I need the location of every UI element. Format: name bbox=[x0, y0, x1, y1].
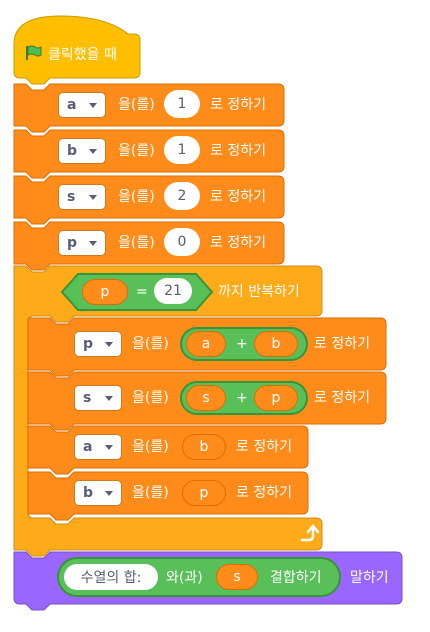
say-block[interactable]: 수열의 합: 와(과) s 결합하기 말하기 bbox=[14, 552, 402, 604]
set-suffix-label: 로 정하기 bbox=[236, 485, 292, 501]
set-suffix-label: 로 정하기 bbox=[314, 336, 370, 352]
particle-label: 을(를) bbox=[118, 97, 155, 113]
chevron-down-icon bbox=[105, 341, 113, 347]
inner-set-block-3[interactable]: a 을(를) b 로 정하기 bbox=[28, 426, 308, 468]
particle-label: 을(를) bbox=[118, 189, 155, 205]
inner-set-block-2[interactable]: s 을(를) s + p 로 정하기 bbox=[28, 372, 386, 424]
set-block-4[interactable]: p 을(를) 0 로 정하기 bbox=[14, 222, 284, 264]
value-input[interactable]: 1 bbox=[164, 90, 200, 118]
reporter-left[interactable]: a bbox=[186, 331, 226, 357]
particle-label: 을(를) bbox=[118, 143, 155, 159]
var-dropdown[interactable]: a bbox=[58, 92, 106, 118]
set-block-1[interactable]: a 을(를) 1 로 정하기 bbox=[14, 84, 284, 126]
reporter-right[interactable]: p bbox=[254, 385, 298, 411]
reporter-left[interactable]: s bbox=[186, 385, 226, 411]
chevron-down-icon bbox=[89, 102, 97, 108]
set-suffix-label: 로 정하기 bbox=[236, 439, 292, 455]
set-suffix-label: 로 정하기 bbox=[210, 235, 266, 251]
chevron-down-icon bbox=[105, 444, 113, 450]
var-dropdown[interactable]: s bbox=[74, 385, 122, 411]
hat-label: 클릭했을 때 bbox=[48, 47, 117, 63]
say-label: 말하기 bbox=[350, 570, 389, 586]
repeat-label: 까지 반복하기 bbox=[218, 284, 300, 300]
hat-block[interactable]: 클릭했을 때 bbox=[14, 16, 140, 78]
inner-set-block-1[interactable]: p 을(를) a + b 로 정하기 bbox=[28, 318, 386, 370]
plus-label: + bbox=[236, 336, 248, 352]
chevron-down-icon bbox=[89, 240, 97, 246]
set-suffix-label: 로 정하기 bbox=[210, 97, 266, 113]
set-block-2[interactable]: b 을(를) 1 로 정하기 bbox=[14, 130, 284, 172]
set-suffix-label: 로 정하기 bbox=[210, 189, 266, 205]
var-dropdown[interactable]: b bbox=[58, 138, 106, 164]
set-block-3[interactable]: s 을(를) 2 로 정하기 bbox=[14, 176, 284, 218]
equals-operator: = bbox=[136, 284, 148, 300]
value-input[interactable]: 0 bbox=[164, 228, 200, 256]
cond-left-reporter[interactable]: p bbox=[82, 279, 128, 305]
inner-set-block-4[interactable]: b 을(를) p 로 정하기 bbox=[28, 472, 308, 514]
chevron-down-icon bbox=[89, 194, 97, 200]
value-reporter[interactable]: p bbox=[182, 480, 226, 506]
chevron-down-icon bbox=[105, 395, 113, 401]
join-var-reporter[interactable]: s bbox=[216, 564, 258, 590]
plus-label: + bbox=[236, 390, 248, 406]
reporter-right[interactable]: b bbox=[254, 331, 298, 357]
join-block-label: 결합하기 bbox=[270, 570, 322, 586]
particle-label: 을(를) bbox=[132, 485, 169, 501]
var-dropdown[interactable]: b bbox=[74, 480, 122, 506]
cond-right-input[interactable]: 21 bbox=[154, 278, 192, 304]
chevron-down-icon bbox=[105, 490, 113, 496]
particle-label: 을(를) bbox=[132, 439, 169, 455]
particle-label: 을(를) bbox=[118, 235, 155, 251]
join-label: 와(과) bbox=[166, 570, 203, 586]
value-input[interactable]: 2 bbox=[164, 182, 200, 210]
set-suffix-label: 로 정하기 bbox=[210, 143, 266, 159]
chevron-down-icon bbox=[89, 148, 97, 154]
var-dropdown[interactable]: a bbox=[74, 434, 122, 460]
var-dropdown[interactable]: p bbox=[58, 230, 106, 256]
say-text-input[interactable]: 수열의 합: bbox=[64, 564, 158, 590]
var-dropdown[interactable]: p bbox=[74, 331, 122, 357]
particle-label: 을(를) bbox=[132, 390, 169, 406]
value-reporter[interactable]: b bbox=[182, 434, 226, 460]
value-input[interactable]: 1 bbox=[164, 136, 200, 164]
green-flag-icon bbox=[24, 44, 42, 66]
var-dropdown[interactable]: s bbox=[58, 184, 106, 210]
particle-label: 을(를) bbox=[132, 336, 169, 352]
set-suffix-label: 로 정하기 bbox=[314, 390, 370, 406]
